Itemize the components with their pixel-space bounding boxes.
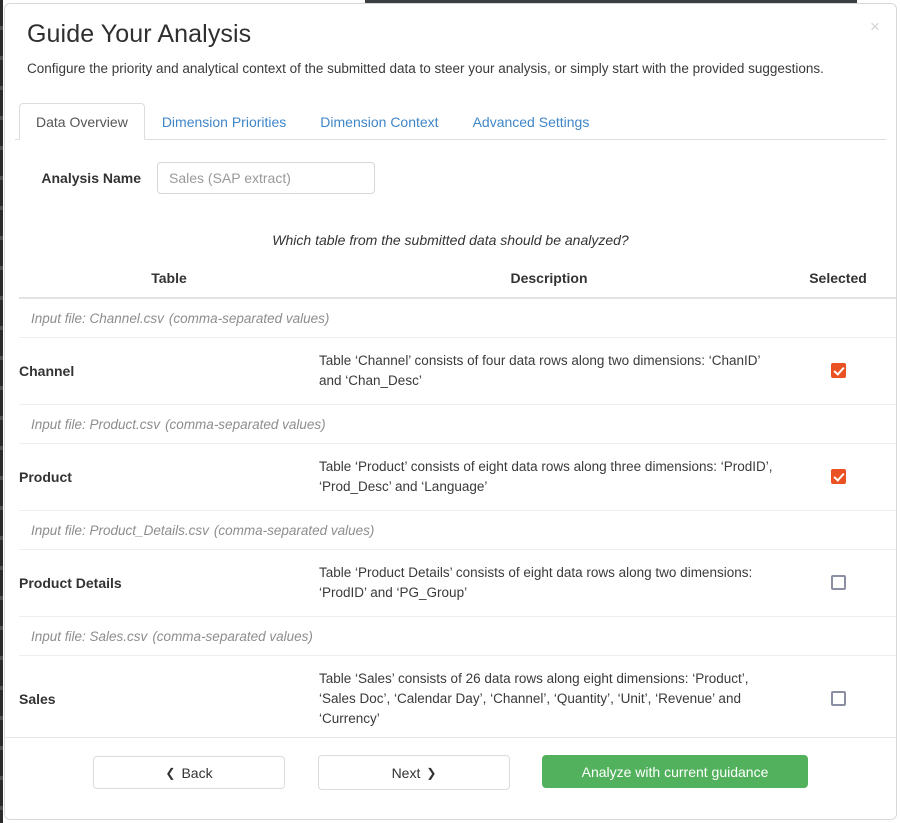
table-name: Product	[19, 443, 319, 511]
input-file-name: Input file: Sales.csv	[31, 629, 148, 644]
table-name: Channel	[19, 337, 319, 405]
input-file-cell: Input file: Channel.csv (comma-separated …	[19, 298, 896, 338]
input-file-name: Input file: Channel.csv	[31, 311, 164, 326]
tab-data-overview[interactable]: Data Overview	[19, 103, 145, 140]
dialog-body: Analysis Name Which table from the submi…	[5, 162, 896, 743]
screen: × Guide Your Analysis Configure the prio…	[0, 0, 900, 823]
tab-bar: Data Overview Dimension Priorities Dimen…	[15, 103, 886, 140]
table-name: Product Details	[19, 549, 319, 617]
table-selected-cell	[779, 337, 896, 405]
back-button-label: Back	[181, 764, 213, 781]
table-selected-cell	[779, 443, 896, 511]
table-description: Table ‘Sales’ consists of 26 data rows a…	[319, 655, 779, 743]
table-row[interactable]: Product Details Table ‘Product Details’ …	[19, 549, 896, 617]
tab-dimension-context[interactable]: Dimension Context	[303, 103, 455, 140]
table-row[interactable]: Sales Table ‘Sales’ consists of 26 data …	[19, 655, 896, 743]
analyze-button-label: Analyze with current guidance	[581, 763, 769, 780]
input-file-format: (comma-separated values)	[168, 311, 330, 326]
table-header-row: Table Description Selected	[19, 270, 896, 299]
tables-list: Table Description Selected Input file: C…	[19, 270, 896, 743]
tab-advanced-settings[interactable]: Advanced Settings	[456, 103, 607, 140]
analysis-name-row: Analysis Name	[19, 162, 882, 194]
table-description: Table ‘Product’ consists of eight data r…	[319, 443, 779, 511]
input-file-name: Input file: Product.csv	[31, 417, 161, 432]
table-row[interactable]: Product Table ‘Product’ consists of eigh…	[19, 443, 896, 511]
input-file-name: Input file: Product_Details.csv	[31, 523, 209, 538]
close-icon[interactable]: ×	[866, 18, 884, 36]
dialog-footer: ❮ Back Next ❯ Analyze with current guida…	[5, 737, 896, 819]
tab-dimension-priorities[interactable]: Dimension Priorities	[145, 103, 303, 140]
input-file-row: Input file: Sales.csv (comma-separated va…	[19, 616, 896, 656]
chevron-right-icon: ❯	[426, 765, 437, 780]
analyze-button[interactable]: Analyze with current guidance	[542, 755, 808, 788]
input-file-row: Input file: Channel.csv (comma-separated …	[19, 298, 896, 338]
input-file-cell: Input file: Product_Details.csv (comma-se…	[19, 510, 896, 550]
input-file-cell: Input file: Sales.csv (comma-separated va…	[19, 616, 896, 656]
next-button-label: Next	[391, 764, 421, 781]
analysis-name-label: Analysis Name	[41, 170, 141, 186]
table-description: Table ‘Product Details’ consists of eigh…	[319, 549, 779, 617]
input-file-row: Input file: Product_Details.csv (comma-se…	[19, 510, 896, 550]
selected-checkbox[interactable]	[830, 575, 846, 591]
page-title: Guide Your Analysis	[27, 20, 252, 48]
input-file-row: Input file: Product.csv (comma-separated …	[19, 404, 896, 444]
chevron-left-icon: ❮	[165, 765, 176, 780]
selected-checkbox[interactable]	[830, 691, 846, 707]
table-selected-cell	[779, 549, 896, 617]
guide-your-analysis-dialog: × Guide Your Analysis Configure the prio…	[4, 3, 897, 820]
column-header-description: Description	[319, 270, 779, 299]
input-file-format: (comma-separated values)	[213, 523, 375, 538]
table-selection-question: Which table from the submitted data shou…	[272, 232, 629, 248]
input-file-format: (comma-separated values)	[165, 417, 326, 432]
dialog-subtitle: Configure the priority and analytical co…	[27, 61, 824, 76]
table-name: Sales	[19, 655, 319, 743]
input-file-format: (comma-separated values)	[152, 629, 313, 644]
next-button[interactable]: Next ❯	[318, 755, 510, 790]
analysis-name-input[interactable]	[157, 162, 375, 194]
dialog-header: × Guide Your Analysis Configure the prio…	[5, 4, 896, 78]
input-file-cell: Input file: Product.csv (comma-separated …	[19, 404, 896, 444]
back-button[interactable]: ❮ Back	[93, 756, 285, 789]
selected-checkbox[interactable]	[830, 363, 846, 379]
table-selected-cell	[779, 655, 896, 743]
table-row[interactable]: Channel Table ‘Channel’ consists of four…	[19, 337, 896, 405]
selected-checkbox[interactable]	[830, 469, 846, 485]
column-header-table: Table	[19, 270, 319, 299]
window-chrome-left	[0, 0, 3, 823]
table-description: Table ‘Channel’ consists of four data ro…	[319, 337, 779, 405]
column-header-selected: Selected	[779, 270, 896, 299]
